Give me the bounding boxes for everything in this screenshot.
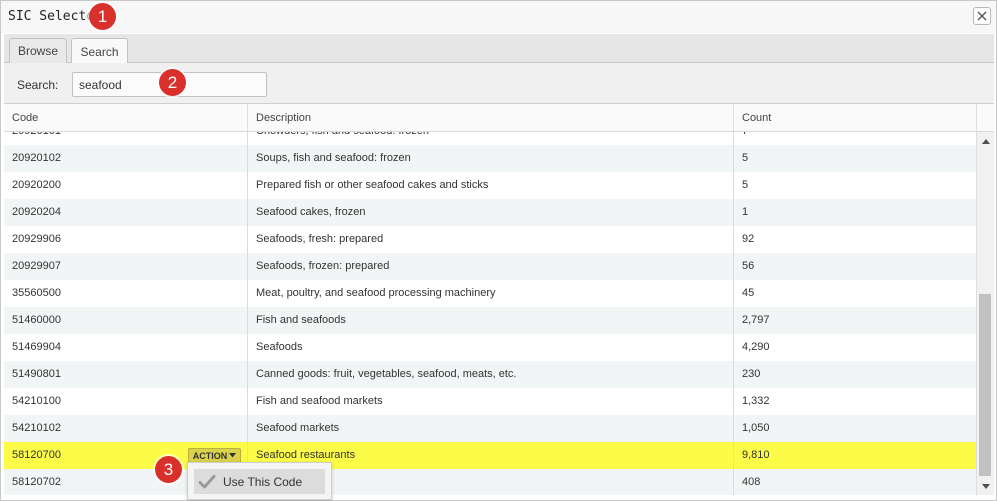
cell-description: Chowders, fish and seafood: frozen xyxy=(248,132,734,145)
callout-badge-3: 3 xyxy=(155,456,182,483)
callout-badge-2: 2 xyxy=(159,69,186,96)
cell-code: 35560500 xyxy=(4,280,248,307)
cell-description: Meat, poultry, and seafood processing ma… xyxy=(248,280,734,307)
cell-count: 92 xyxy=(742,233,755,245)
table-row[interactable]: 20929906 Seafoods, fresh: prepared 92 xyxy=(4,226,976,253)
cell-code: 20920101 xyxy=(4,132,248,145)
cell-count: 7 xyxy=(734,132,976,145)
table-row[interactable]: 35560500 Meat, poultry, and seafood proce… xyxy=(4,280,976,307)
cell-count: 408 xyxy=(742,476,761,488)
action-menu: Use This Code xyxy=(187,462,332,500)
search-label: Search: xyxy=(17,78,59,92)
menu-item-use-this-code[interactable]: Use This Code xyxy=(194,469,325,494)
cell-code: 20920200 xyxy=(4,172,248,199)
column-header-description[interactable]: Description xyxy=(248,104,734,131)
table-row-selected[interactable]: 58120700 Seafood restaurants 9,810 ACTION xyxy=(4,442,976,469)
table-row[interactable]: 51460000 Fish and seafoods 2,797 xyxy=(4,307,976,334)
search-bar: Search: xyxy=(4,63,994,104)
cell-count: 56 xyxy=(742,260,755,272)
chevron-down-icon xyxy=(229,453,237,458)
vertical-scrollbar[interactable] xyxy=(976,132,994,495)
cell-description: Seafoods, frozen: prepared xyxy=(248,253,734,280)
cell-description: Fish and seafoods xyxy=(248,307,734,334)
cell-count: 5 xyxy=(742,152,749,164)
cell-code: 51460000 xyxy=(4,307,248,334)
scroll-thumb[interactable] xyxy=(979,294,991,476)
scroll-down-button[interactable] xyxy=(977,478,994,495)
cell-count: 9,810 xyxy=(742,449,770,461)
table-row[interactable]: 58120702 408 xyxy=(4,469,976,495)
arrow-down-icon xyxy=(981,483,990,489)
action-button[interactable]: ACTION xyxy=(188,448,241,463)
scroll-up-button[interactable] xyxy=(977,132,994,149)
cell-description: Soups, fish and seafood: frozen xyxy=(248,145,734,172)
cell-code: 54210100 xyxy=(4,388,248,415)
column-header-code[interactable]: Code xyxy=(4,104,248,131)
callout-badge-1: 1 xyxy=(89,3,116,30)
arrow-up-icon xyxy=(981,138,990,144)
table-header: Code Description Count xyxy=(4,104,976,132)
cell-description: Seafood markets xyxy=(248,415,734,442)
cell-code: 20920204 xyxy=(4,199,248,226)
cell-count: 4,290 xyxy=(742,341,770,353)
cell-count: 230 xyxy=(742,368,761,380)
tab-bar: Browse Search xyxy=(4,34,994,64)
window-title: SIC Selector xyxy=(8,9,102,24)
tab-search[interactable]: Search xyxy=(71,38,128,64)
action-button-label: ACTION xyxy=(192,450,228,461)
table-row[interactable]: 54210102 Seafood markets 1,050 xyxy=(4,415,976,442)
close-icon xyxy=(977,11,987,21)
table-row[interactable]: 20920204 Seafood cakes, frozen 1 xyxy=(4,199,976,226)
checkmark-icon xyxy=(198,474,216,488)
cell-description: Seafoods, fresh: prepared xyxy=(248,226,734,253)
cell-code: 20920102 xyxy=(4,145,248,172)
cell-description: Seafoods xyxy=(248,334,734,361)
table-row[interactable]: 20920200 Prepared fish or other seafood c… xyxy=(4,172,976,199)
cell-code: 20929906 xyxy=(4,226,248,253)
table-row[interactable]: 20920101Chowders, fish and seafood: froz… xyxy=(4,132,976,145)
cell-description: Prepared fish or other seafood cakes and… xyxy=(248,172,734,199)
table-rows: 20920101Chowders, fish and seafood: froz… xyxy=(4,132,976,495)
cell-description: Fish and seafood markets xyxy=(248,388,734,415)
column-header-count[interactable]: Count xyxy=(734,104,976,131)
table-row[interactable]: 54210100 Fish and seafood markets 1,332 xyxy=(4,388,976,415)
cell-code: 54210102 xyxy=(4,415,248,442)
cell-count: 45 xyxy=(742,287,755,299)
table-row[interactable]: 51469904 Seafoods 4,290 xyxy=(4,334,976,361)
header-spacer xyxy=(976,104,994,132)
cell-code: 20929907 xyxy=(4,253,248,280)
cell-description: Seafood cakes, frozen xyxy=(248,199,734,226)
sic-selector-window: SIC Selector Browse Search Search: Code … xyxy=(0,0,997,501)
cell-count: 5 xyxy=(742,179,749,191)
cell-description: Canned goods: fruit, vegetables, seafood… xyxy=(248,361,734,388)
results-table: 20920101Chowders, fish and seafood: froz… xyxy=(4,132,976,495)
tab-browse[interactable]: Browse xyxy=(9,38,67,63)
title-bar: SIC Selector xyxy=(1,1,996,33)
table-row[interactable]: 51490801 Canned goods: fruit, vegetables,… xyxy=(4,361,976,388)
cell-code: 51490801 xyxy=(4,361,248,388)
cell-code: 51469904 xyxy=(4,334,248,361)
cell-count: 1,332 xyxy=(742,395,770,407)
menu-item-label: Use This Code xyxy=(223,474,303,489)
cell-count: 1 xyxy=(742,206,749,218)
cell-count: 1,050 xyxy=(742,422,770,434)
table-row[interactable]: 20920102 Soups, fish and seafood: frozen 5 xyxy=(4,145,976,172)
close-button[interactable] xyxy=(973,7,991,25)
cell-count: 2,797 xyxy=(742,314,770,326)
table-row[interactable]: 20929907 Seafoods, frozen: prepared 56 xyxy=(4,253,976,280)
